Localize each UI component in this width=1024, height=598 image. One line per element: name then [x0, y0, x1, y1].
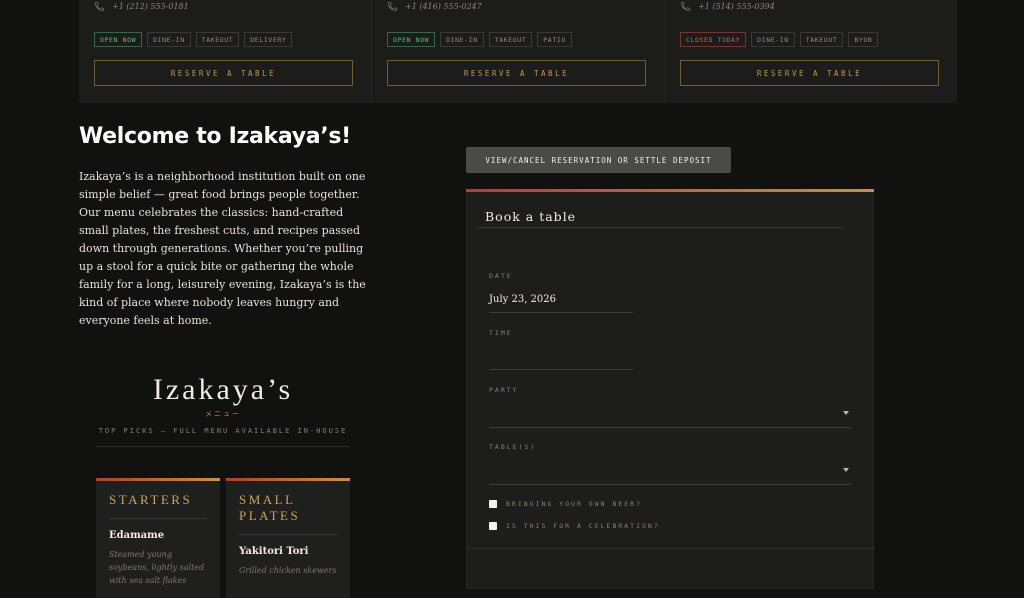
menu-item-description: Steamed young soybeans, lightly salted w…: [109, 550, 205, 585]
menu-category-card: SMALL PLATES Yakitori Tori Grilled chick…: [226, 478, 350, 598]
menu-item-name: Yakitori Tori: [239, 546, 309, 557]
location-card: +1 (416) 555-0247 OPEN NOW DINE-IN TAKEO…: [372, 0, 665, 103]
location-card: +1 (514) 555-0394 CLOSED TODAY DINE-IN T…: [665, 0, 957, 103]
phone-number[interactable]: +1 (514) 555-0394: [698, 2, 775, 11]
menu-item-description: Grilled chicken skewers: [239, 566, 337, 575]
tag-list: OPEN NOW DINE-IN TAKEOUT PATIO: [387, 32, 572, 47]
menu-item-name: Edamame: [109, 530, 165, 541]
booking-form: Book a table DATE July 23, 2026 TIME PAR…: [466, 189, 874, 589]
service-tag: DELIVERY: [244, 32, 293, 47]
phone-icon: [681, 2, 690, 11]
service-tag: TAKEOUT: [799, 32, 844, 47]
phone-icon: [95, 2, 104, 11]
tag-list: OPEN NOW DINE-IN TAKEOUT DELIVERY: [94, 32, 293, 47]
status-badge: OPEN NOW: [387, 32, 436, 47]
menu-divider: [96, 446, 350, 447]
phone-number[interactable]: +1 (212) 555-0181: [112, 2, 189, 11]
celebration-label: IS THIS FOR A CELEBRATION?: [506, 522, 660, 530]
locations-strip: +1 (212) 555-0181 OPEN NOW DINE-IN TAKEO…: [79, 0, 957, 103]
tables-label: TABLE(S): [489, 443, 537, 451]
menu-subtitle: TOP PICKS — FULL MENU AVAILABLE IN-HOUSE: [98, 427, 348, 435]
party-select[interactable]: [489, 407, 851, 421]
booking-title: Book a table: [485, 209, 577, 224]
welcome-heading: Welcome to Izakaya’s!: [79, 124, 351, 149]
phone-number[interactable]: +1 (416) 555-0247: [405, 2, 482, 11]
tag-list: CLOSED TODAY DINE-IN TAKEOUT BYOB: [680, 32, 879, 47]
service-tag: TAKEOUT: [488, 32, 533, 47]
date-field[interactable]: July 23, 2026: [489, 294, 556, 305]
tables-underline: [489, 484, 851, 485]
booking-title-rule: [477, 227, 843, 228]
welcome-paragraph: Izakaya’s is a neighborhood institution …: [79, 170, 366, 327]
category-title: SMALL PLATES: [239, 492, 301, 523]
phone-row[interactable]: +1 (416) 555-0247: [387, 1, 482, 12]
celebration-checkbox[interactable]: [489, 522, 497, 530]
category-rule: [109, 518, 207, 519]
service-tag: DINE-IN: [751, 32, 795, 47]
celebration-checkbox-row[interactable]: IS THIS FOR A CELEBRATION?: [489, 522, 660, 530]
phone-row[interactable]: +1 (212) 555-0181: [94, 1, 189, 12]
byob-checkbox-row[interactable]: BRINGING YOUR OWN BEER?: [489, 500, 642, 508]
status-badge: CLOSED TODAY: [680, 32, 747, 47]
menu-panel: Izakaya’s メニュー TOP PICKS — FULL MENU AVA…: [96, 372, 350, 598]
view-cancel-reservation-button[interactable]: VIEW/CANCEL RESERVATION OR SETTLE DEPOSI…: [466, 147, 731, 173]
service-tag: DINE-IN: [147, 32, 191, 47]
chevron-down-icon[interactable]: [843, 468, 849, 472]
menu-category-card: STARTERS Edamame Steamed young soybeans,…: [96, 478, 220, 598]
phone-icon: [388, 2, 397, 11]
reserve-table-button[interactable]: RESERVE A TABLE: [94, 60, 353, 86]
service-tag: DINE-IN: [440, 32, 484, 47]
date-label: DATE: [489, 272, 513, 280]
tables-select[interactable]: [489, 464, 851, 478]
menu-brand-logo: Izakaya’s: [152, 373, 294, 406]
service-tag: BYOB: [848, 32, 879, 47]
date-underline: [489, 312, 633, 313]
reserve-table-button[interactable]: RESERVE A TABLE: [387, 60, 646, 86]
status-badge: OPEN NOW: [94, 32, 143, 47]
category-rule: [239, 534, 337, 535]
time-underline: [489, 369, 633, 370]
booking-divider: [467, 548, 873, 549]
byob-label: BRINGING YOUR OWN BEER?: [506, 500, 643, 508]
time-field[interactable]: [489, 350, 633, 364]
time-label: TIME: [489, 329, 513, 337]
byob-checkbox[interactable]: [489, 500, 497, 508]
party-underline: [489, 427, 851, 428]
service-tag: PATIO: [537, 32, 572, 47]
menu-japanese-label: メニュー: [205, 410, 241, 418]
phone-row[interactable]: +1 (514) 555-0394: [680, 1, 775, 12]
menu-category-list: STARTERS Edamame Steamed young soybeans,…: [96, 478, 350, 598]
party-label: PARTY: [489, 386, 519, 394]
location-card: +1 (212) 555-0181 OPEN NOW DINE-IN TAKEO…: [79, 0, 372, 103]
chevron-down-icon[interactable]: [843, 411, 849, 415]
service-tag: TAKEOUT: [195, 32, 240, 47]
category-title: STARTERS: [109, 492, 193, 507]
reserve-table-button[interactable]: RESERVE A TABLE: [680, 60, 939, 86]
